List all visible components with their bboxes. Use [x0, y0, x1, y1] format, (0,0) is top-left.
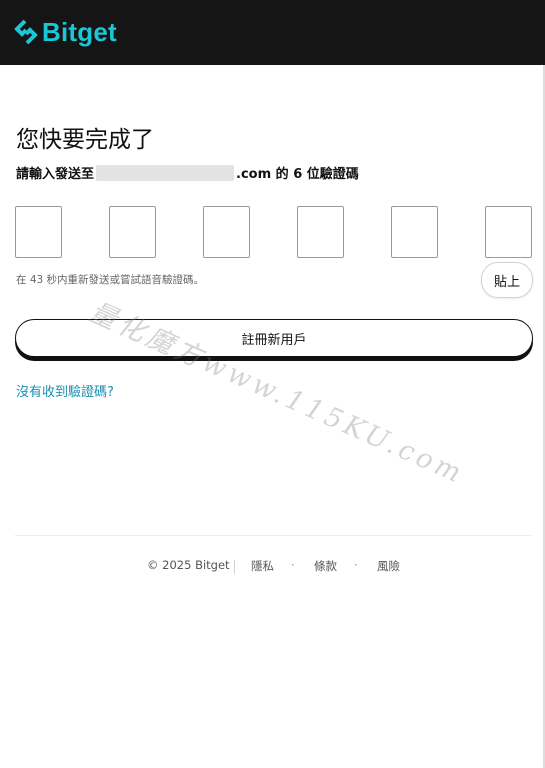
- copyright: © 2025 Bitget: [147, 558, 230, 572]
- resend-countdown: 在 43 秒内重新發送或嘗試語音驗證碼。: [16, 274, 205, 286]
- code-digit-3[interactable]: [203, 206, 250, 258]
- verification-code-inputs: [15, 206, 533, 258]
- footer-dot: ·: [354, 558, 358, 572]
- page-title: 您快要完成了: [16, 127, 154, 153]
- code-digit-5[interactable]: [391, 206, 438, 258]
- page-footer: © 2025 Bitget 隱私 · 條款 · 風險: [0, 558, 545, 576]
- brand-logo[interactable]: Bitget: [14, 14, 117, 50]
- instruction-prefix: 請輸入發送至: [16, 167, 95, 182]
- footer-separator: [234, 560, 235, 574]
- footer-link-terms[interactable]: 條款: [314, 558, 337, 574]
- footer-dot: ·: [291, 558, 295, 572]
- masked-email: [96, 164, 235, 181]
- no-code-link[interactable]: 沒有收到驗證碼?: [16, 381, 114, 400]
- brand-name: Bitget: [42, 16, 117, 47]
- footer-link-privacy[interactable]: 隱私: [251, 558, 274, 574]
- paste-button[interactable]: 貼上: [481, 262, 533, 298]
- verification-page: Bitget 您快要完成了 請輸入發送至 .com 的 6 位驗證碼 在 43 …: [0, 0, 545, 768]
- bitget-logo-icon: [14, 19, 38, 45]
- code-digit-4[interactable]: [297, 206, 344, 258]
- register-button[interactable]: 註冊新用戶: [15, 319, 533, 357]
- code-digit-2[interactable]: [109, 206, 156, 258]
- code-digit-1[interactable]: [15, 206, 62, 258]
- footer-link-risk[interactable]: 風險: [377, 558, 400, 574]
- watermark: 量化魔方www.115KU.com: [84, 296, 470, 491]
- top-header: Bitget: [0, 0, 545, 65]
- footer-divider: [15, 535, 531, 536]
- code-digit-6[interactable]: [485, 206, 532, 258]
- code-instruction: 請輸入發送至 .com 的 6 位驗證碼: [16, 163, 359, 182]
- instruction-suffix: .com 的 6 位驗證碼: [236, 167, 359, 182]
